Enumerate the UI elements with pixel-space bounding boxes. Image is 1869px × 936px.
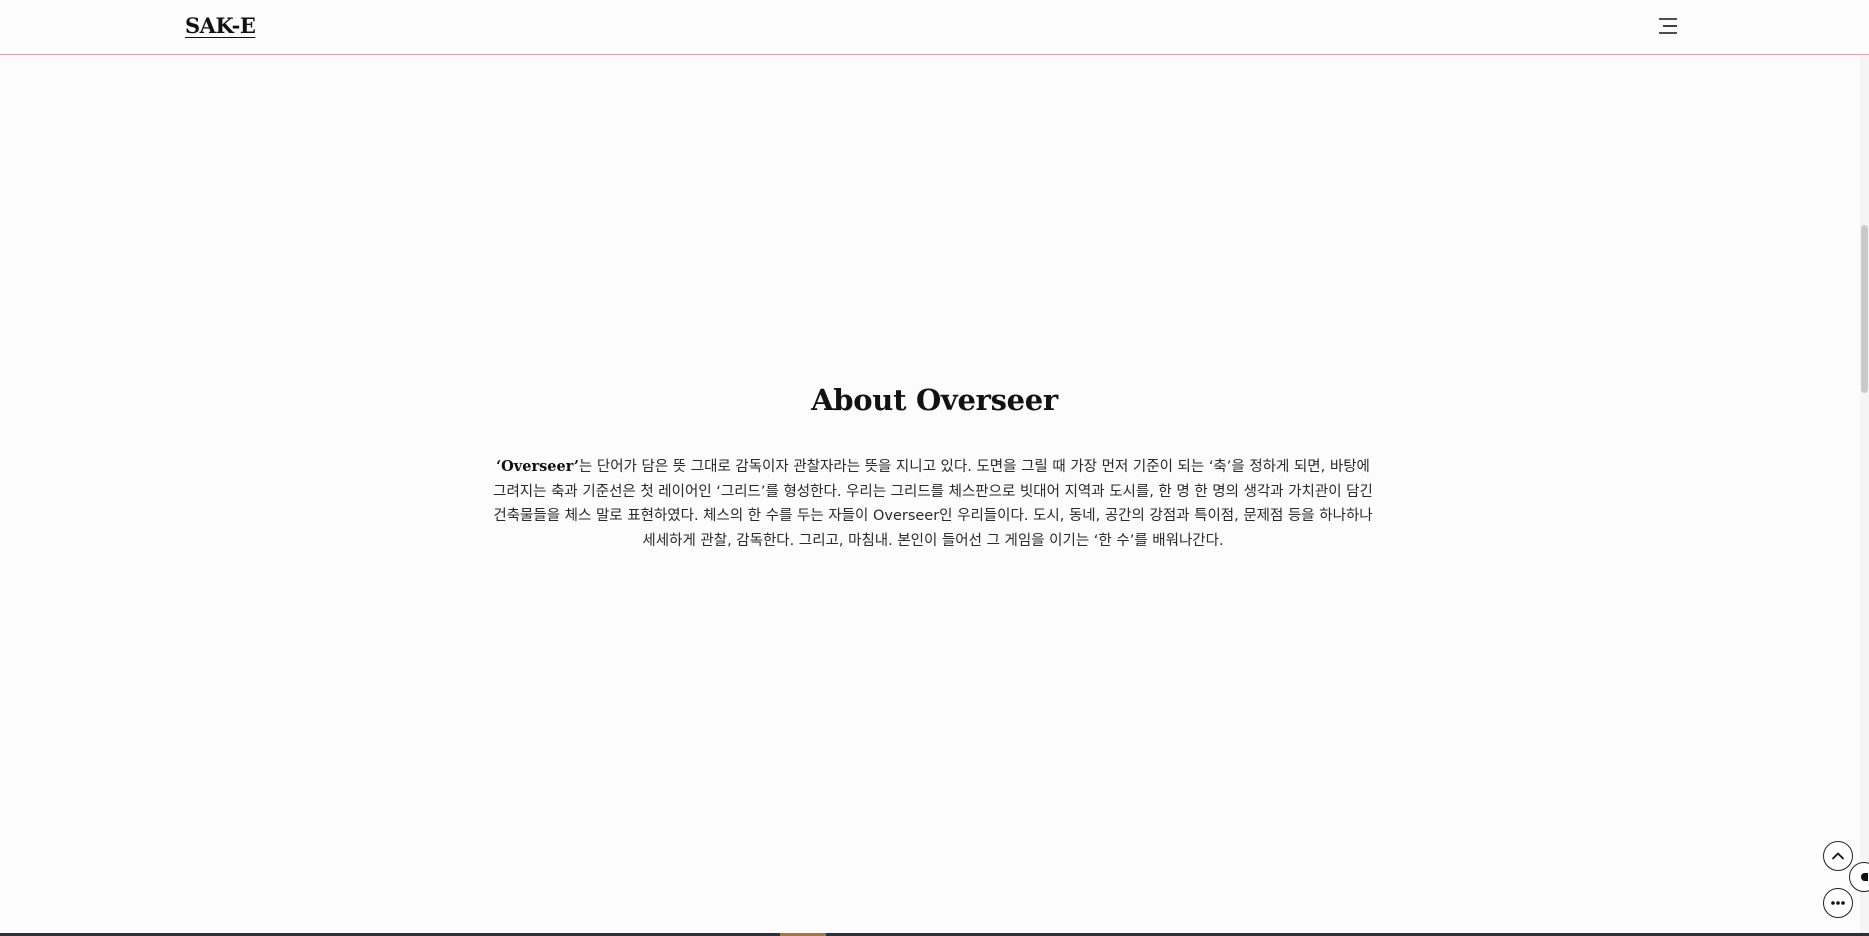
site-logo[interactable]: SAK-E	[185, 13, 256, 38]
section-title: About Overseer	[811, 383, 1058, 417]
scrollbar-track[interactable]	[1860, 55, 1869, 936]
chevron-up-icon	[1832, 852, 1844, 860]
section-description: ‘Overseer’는 단어가 담은 뜻 그대로 감독이자 관찰자라는 뜻을 지…	[482, 455, 1384, 553]
highlight-term: ‘Overseer’	[496, 458, 579, 475]
scroll-to-top-button[interactable]	[1823, 841, 1853, 871]
scrollbar-thumb[interactable]	[1861, 225, 1868, 393]
hamburger-menu-icon	[1659, 18, 1677, 34]
page: SAK-E About Overseer ‘Overseer’는 단어가 담은 …	[0, 0, 1869, 936]
side-tab-button[interactable]	[1849, 862, 1869, 892]
chat-button[interactable]	[1823, 888, 1853, 918]
site-header: SAK-E	[0, 0, 1869, 55]
side-tab-icon	[1861, 873, 1868, 881]
chat-bubble-icon	[1831, 901, 1845, 905]
description-text: 는 단어가 담은 뜻 그대로 감독이자 관찰자라는 뜻을 지니고 있다. 도면을…	[493, 459, 1373, 549]
menu-button[interactable]	[1656, 14, 1680, 38]
